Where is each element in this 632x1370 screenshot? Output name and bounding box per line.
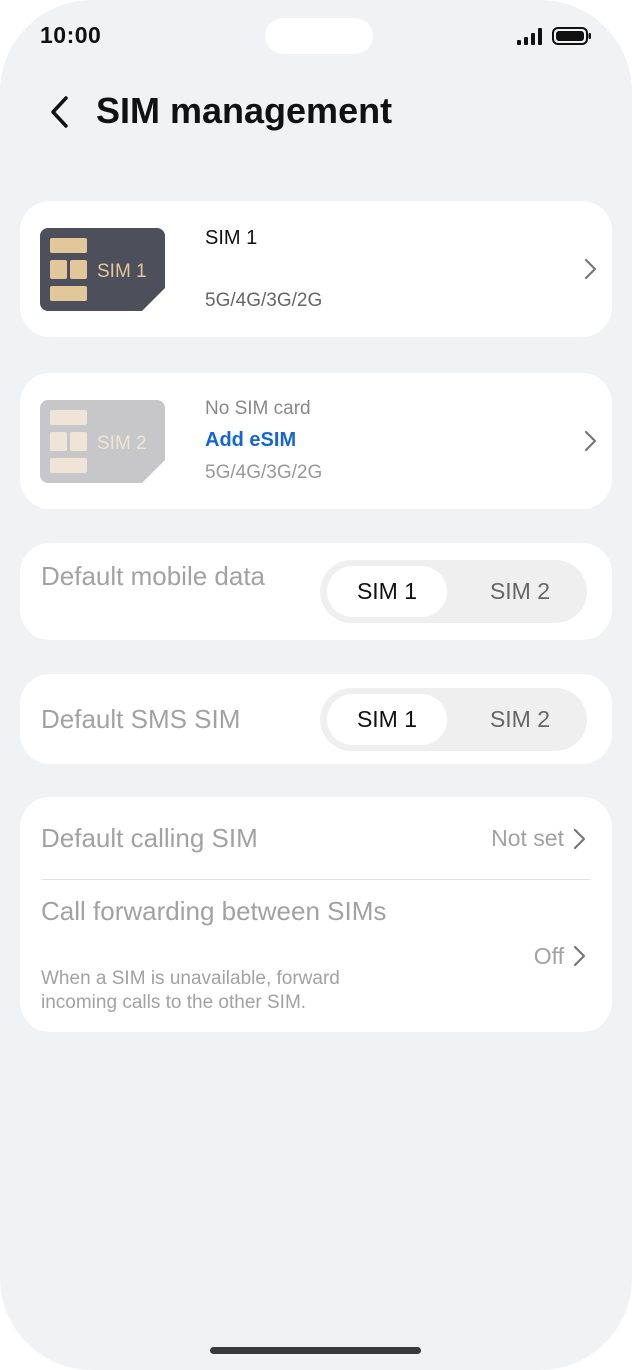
mobile-data-sim1-option[interactable]: SIM 1 <box>327 566 447 617</box>
mobile-data-sim-selector: SIM 1 SIM 2 <box>320 560 587 623</box>
sim-2-card[interactable]: SIM 2 No SIM card Add eSIM 5G/4G/3G/2G <box>20 373 612 509</box>
default-sms-label: Default SMS SIM <box>41 704 241 734</box>
chevron-right-icon <box>573 828 586 850</box>
default-calling-value: Not set <box>491 825 564 851</box>
phone-screen: 10:00 SIM management SIM 1 SIM 1 5G/4G/3… <box>0 0 632 1370</box>
chevron-right-icon <box>584 258 597 280</box>
page-title: SIM management <box>96 90 393 131</box>
default-mobile-data-card: Default mobile data SIM 1 SIM 2 <box>20 543 612 640</box>
sim-card-icon: SIM 1 <box>40 228 165 311</box>
sim-card-label: SIM 2 <box>97 433 147 454</box>
chevron-right-icon <box>573 945 586 967</box>
mobile-data-sim2-option[interactable]: SIM 2 <box>460 566 580 617</box>
call-forwarding-row[interactable]: Call forwarding between SIMs When a SIM … <box>20 880 612 1032</box>
signal-icon <box>517 28 542 45</box>
chevron-right-icon <box>584 430 597 452</box>
call-forwarding-value: Off <box>533 943 564 969</box>
call-forwarding-label: Call forwarding between SIMs <box>41 896 387 926</box>
default-calling-label: Default calling SIM <box>41 823 258 853</box>
sim-name: SIM 1 <box>205 227 258 249</box>
default-calling-sim-row[interactable]: Default calling SIM Not set <box>20 797 612 879</box>
sim-network: 5G/4G/3G/2G <box>205 462 323 483</box>
sim-network: 5G/4G/3G/2G <box>205 290 323 311</box>
sms-sim2-option[interactable]: SIM 2 <box>460 694 580 745</box>
sim-1-card[interactable]: SIM 1 SIM 1 5G/4G/3G/2G <box>20 201 612 337</box>
default-mobile-data-label: Default mobile data <box>41 561 266 591</box>
calling-settings-card: Default calling SIM Not set Call forward… <box>20 797 612 1032</box>
sms-sim1-option[interactable]: SIM 1 <box>327 694 447 745</box>
dynamic-island <box>265 18 373 54</box>
sim-card-label: SIM 1 <box>97 261 147 282</box>
sim-card-icon: SIM 2 <box>40 400 165 483</box>
sms-sim-selector: SIM 1 SIM 2 <box>320 688 587 751</box>
status-time: 10:00 <box>40 22 102 48</box>
home-indicator[interactable] <box>210 1347 421 1354</box>
sim-status: No SIM card <box>205 398 311 419</box>
battery-icon <box>552 27 591 45</box>
call-forwarding-description: When a SIM is unavailable, forward incom… <box>41 968 340 1013</box>
default-sms-card: Default SMS SIM SIM 1 SIM 2 <box>20 674 612 764</box>
add-esim-link[interactable]: Add eSIM <box>205 429 296 452</box>
back-button[interactable] <box>44 94 78 130</box>
